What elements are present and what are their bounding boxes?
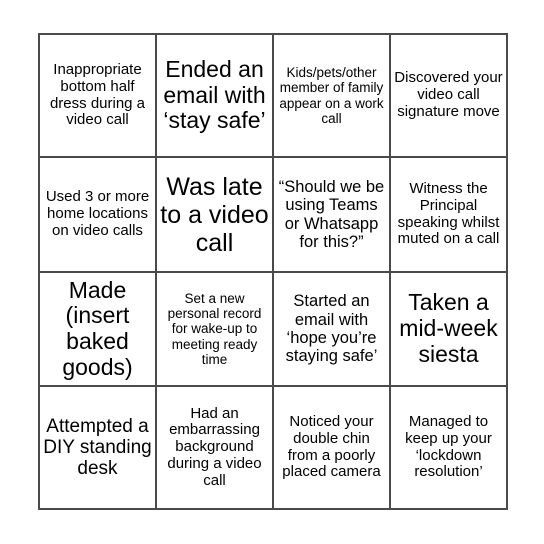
bingo-cell[interactable]: Noticed your double chin from a poorly p… (272, 385, 391, 510)
bingo-cell[interactable]: Made (insert baked goods) (38, 271, 157, 387)
bingo-cell[interactable]: Managed to keep up your ‘lockdown resolu… (389, 385, 508, 510)
bingo-cell[interactable]: Attempted a DIY standing desk (38, 385, 157, 510)
bingo-cell[interactable]: Used 3 or more home locations on video c… (38, 156, 157, 273)
bingo-cell[interactable]: Kids/pets/other member of family appear … (272, 33, 391, 158)
bingo-card: Inappropriate bottom half dress during a… (38, 33, 508, 510)
bingo-cell[interactable]: Witness the Principal speaking whilst mu… (389, 156, 508, 273)
bingo-cell[interactable]: Started an email with ‘hope you’re stayi… (272, 271, 391, 387)
bingo-row: Attempted a DIY standing desk Had an emb… (38, 385, 508, 510)
bingo-cell[interactable]: Taken a mid-week siesta (389, 271, 508, 387)
bingo-cell[interactable]: Discovered your video call signature mov… (389, 33, 508, 158)
bingo-row: Made (insert baked goods) Set a new pers… (38, 271, 508, 387)
bingo-cell[interactable]: Set a new personal record for wake-up to… (155, 271, 274, 387)
bingo-cell[interactable]: “Should we be using Teams or Whatsapp fo… (272, 156, 391, 273)
bingo-cell[interactable]: Had an embarrassing background during a … (155, 385, 274, 510)
bingo-cell[interactable]: Inappropriate bottom half dress during a… (38, 33, 157, 158)
bingo-cell[interactable]: Was late to a video call (155, 156, 274, 273)
bingo-row: Used 3 or more home locations on video c… (38, 156, 508, 273)
bingo-row: Inappropriate bottom half dress during a… (38, 33, 508, 158)
bingo-cell[interactable]: Ended an email with ‘stay safe’ (155, 33, 274, 158)
